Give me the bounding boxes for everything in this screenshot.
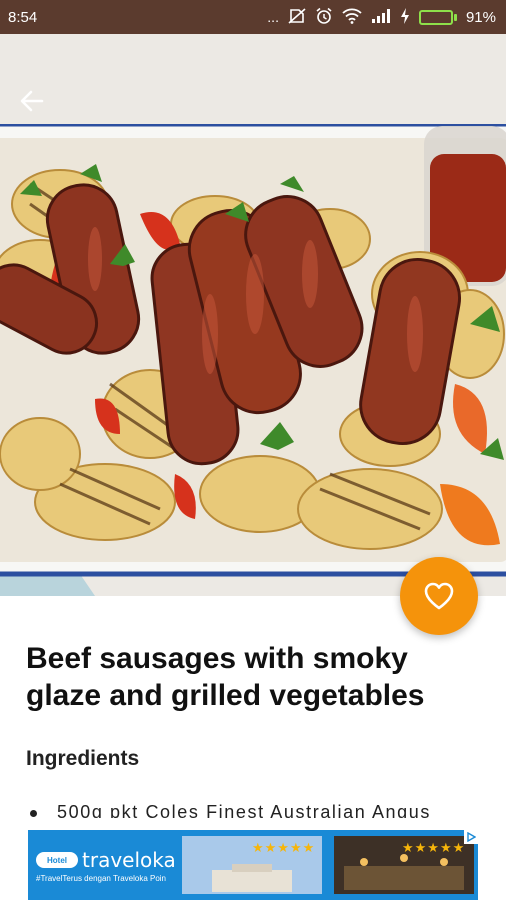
ingredients-heading: Ingredients xyxy=(26,747,140,770)
wifi-icon xyxy=(342,8,362,26)
ad-area: Hotel traveloka #TravelTerus dengan Trav… xyxy=(0,818,506,900)
ad-brand-block: Hotel traveloka #TravelTerus dengan Trav… xyxy=(28,830,180,900)
alarm-icon xyxy=(315,7,333,27)
battery-percent: 91% xyxy=(465,8,496,26)
ad-hotel-card: ★★★★★ xyxy=(334,836,474,894)
ad-choices-icon[interactable] xyxy=(464,830,478,844)
heart-icon xyxy=(424,582,454,610)
rating-stars: ★★★★★ xyxy=(402,840,466,855)
recipe-title: Beef sausages with smoky glaze and grill… xyxy=(26,642,425,712)
bullet xyxy=(30,810,37,817)
no-sim-icon xyxy=(288,8,306,26)
ad-banner[interactable]: Hotel traveloka #TravelTerus dengan Trav… xyxy=(28,830,478,900)
ingredient-text: 500g pkt Coles Finest Australian Angus xyxy=(57,802,431,818)
ingredient-item: 500g pkt Coles Finest Australian Angus xyxy=(26,802,486,818)
recipe-hero-image xyxy=(0,34,506,596)
grilled-sausages-illustration xyxy=(0,34,506,596)
back-button[interactable] xyxy=(20,90,60,126)
notification-dots: ... xyxy=(267,9,279,25)
charging-icon xyxy=(400,8,410,26)
signal-icon xyxy=(371,8,391,26)
status-time: 8:54 xyxy=(8,8,38,26)
rating-stars: ★★★★★ xyxy=(252,840,316,855)
ad-badge: Hotel xyxy=(36,852,78,868)
back-arrow-icon xyxy=(20,90,44,112)
battery-icon xyxy=(418,9,457,25)
status-icons: ... 91% xyxy=(267,7,496,27)
status-bar: 8:54 ... 91% xyxy=(0,0,506,34)
ad-tagline: #TravelTerus dengan Traveloka Poin xyxy=(36,874,166,883)
ad-hotel-card: ★★★★★ xyxy=(182,836,322,894)
favorite-button[interactable] xyxy=(400,557,478,635)
ad-brand-name: traveloka xyxy=(82,848,176,872)
